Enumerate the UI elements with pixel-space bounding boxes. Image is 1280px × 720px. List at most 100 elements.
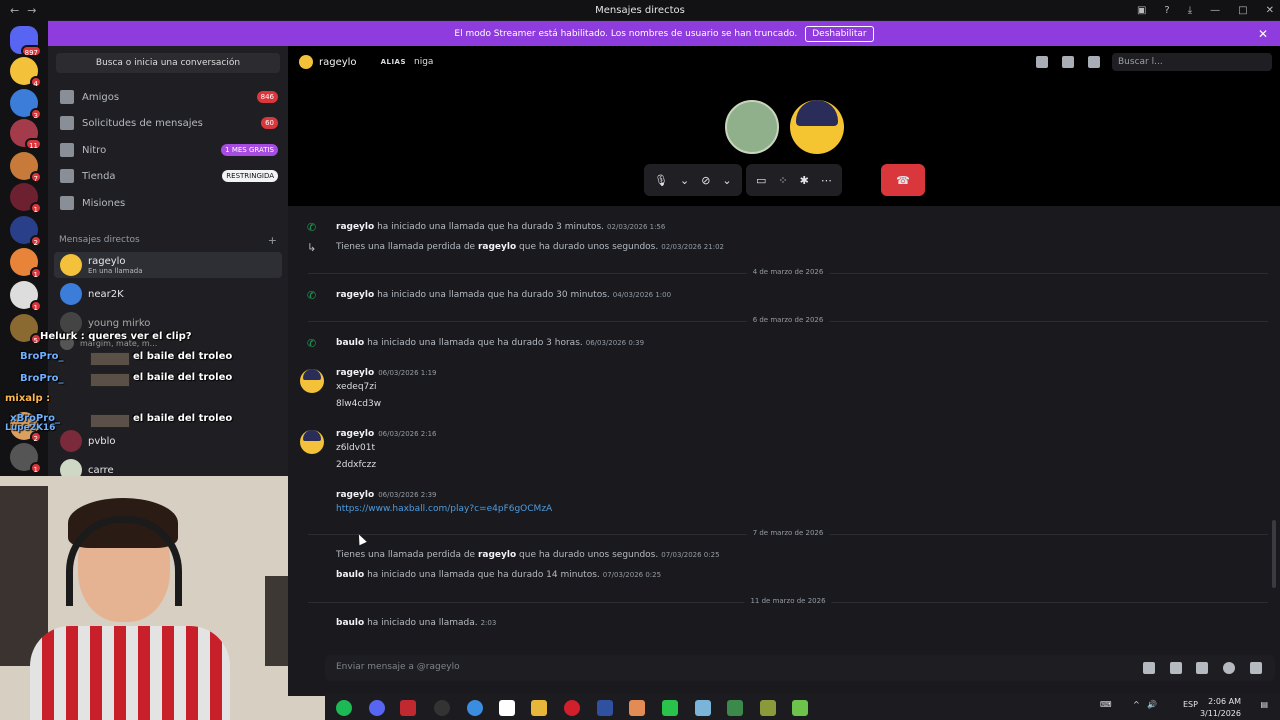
minecraft-icon[interactable] xyxy=(792,700,808,716)
overlay-chat-user: Lupe2K16 xyxy=(5,423,56,433)
dm-item[interactable]: pvblo xyxy=(54,428,282,454)
friends-icon xyxy=(60,90,74,104)
server-icon[interactable]: 1 xyxy=(10,183,42,214)
message-link[interactable]: https://www.haxball.com/play?c=e4pF6gOCM… xyxy=(336,504,552,514)
dm-name: near2K xyxy=(88,288,124,300)
folder-icon[interactable] xyxy=(531,700,547,716)
webcam-shirt xyxy=(30,626,230,720)
avatar xyxy=(60,283,82,305)
server-badge: 7 xyxy=(29,171,42,183)
spotify-icon[interactable] xyxy=(336,700,352,716)
sidebar-item-label: Misiones xyxy=(82,197,126,209)
sidebar-item-shop[interactable]: Tienda RESTRINGIDA xyxy=(56,164,284,188)
sidebar-item-label: Tienda xyxy=(82,170,116,182)
missed-call-icon: ↳ xyxy=(307,241,317,254)
message-text: xedeq7zi xyxy=(336,382,377,392)
server-badge: 3 xyxy=(29,108,42,120)
date-divider: 11 de marzo de 2026 xyxy=(308,597,1268,607)
dm-item[interactable]: near2K xyxy=(54,281,282,307)
call-icon: ✆ xyxy=(307,221,317,234)
dm-section-title: Mensajes directos xyxy=(59,235,140,245)
message-author[interactable]: rageylo 06/03/2026 2:39 xyxy=(336,490,437,500)
gift-icon[interactable] xyxy=(1143,662,1155,674)
volume-icon[interactable]: 🔊 xyxy=(1147,700,1157,709)
scrollbar[interactable] xyxy=(1272,520,1276,588)
sidebar-item-label: Solicitudes de mensajes xyxy=(82,117,203,129)
kick-icon[interactable] xyxy=(662,700,678,716)
call-icon: ✆ xyxy=(307,289,317,302)
sidebar-item-label: Amigos xyxy=(82,91,120,103)
avatar xyxy=(60,430,82,452)
server-badge: 1 xyxy=(29,267,42,279)
dm-name: rageylo xyxy=(88,255,126,267)
apps-icon[interactable] xyxy=(1250,662,1262,674)
message-composer[interactable]: Enviar mensaje a @rageylo xyxy=(325,655,1275,681)
gif-icon[interactable] xyxy=(1170,662,1182,674)
dm-item-rageylo[interactable]: rageylo En una llamada xyxy=(54,252,282,278)
server-icon[interactable]: 2 xyxy=(10,216,42,247)
clock[interactable]: 2:06 AM 3/11/2026 xyxy=(1200,696,1241,720)
date-divider: 7 de marzo de 2026 xyxy=(308,529,1268,539)
app-icon[interactable] xyxy=(727,700,743,716)
avatar[interactable] xyxy=(300,369,324,393)
nitro-promo-badge: 1 MES GRATIS xyxy=(221,144,278,156)
obs-icon[interactable] xyxy=(434,700,450,716)
overlay-chat-line: Helurk : queres ver el clip? xyxy=(40,331,192,342)
server-badge: 4 xyxy=(29,76,42,88)
chrome-icon[interactable] xyxy=(467,700,483,716)
app-icon[interactable] xyxy=(499,700,515,716)
call-message: baulo ha iniciado una llamada. 2:03 xyxy=(336,618,497,628)
message-author[interactable]: rageylo 06/03/2026 1:19 xyxy=(336,368,437,378)
avatar[interactable] xyxy=(300,430,324,454)
add-dm-icon[interactable]: + xyxy=(268,234,277,247)
server-rail: 897 4 3 11 7 1 2 1 1 5 2 1 xyxy=(0,20,48,480)
server-badge: 2 xyxy=(29,235,42,247)
missed-call-message: Tienes una llamada perdida de rageylo qu… xyxy=(336,242,724,252)
message-list: ✆ rageylo ha iniciado una llamada que ha… xyxy=(288,0,1280,650)
sticker-icon[interactable] xyxy=(1196,662,1208,674)
server-icon[interactable]: 1 xyxy=(10,281,42,312)
dm-section-header: Mensajes directos + xyxy=(59,234,277,247)
opera-icon[interactable] xyxy=(564,700,580,716)
discord-icon[interactable] xyxy=(369,700,385,716)
emoji-icon[interactable] xyxy=(1223,662,1235,674)
keyboard-icon[interactable]: ⌨ xyxy=(1100,700,1112,709)
sidebar-item-message-requests[interactable]: Solicitudes de mensajes 60 xyxy=(56,111,284,135)
server-icon[interactable]: 7 xyxy=(10,152,42,183)
overlay-chat-msg: el baile del troleo xyxy=(133,413,233,424)
server-icon[interactable]: 5 xyxy=(10,314,42,345)
shop-icon xyxy=(60,169,74,183)
composer-placeholder: Enviar mensaje a @rageylo xyxy=(336,662,460,672)
server-icon[interactable]: 4 xyxy=(10,57,42,88)
overlay-chat-msg: el baile del troleo xyxy=(133,351,233,362)
call-message: rageylo ha iniciado una llamada que ha d… xyxy=(336,290,672,300)
server-badge: 1 xyxy=(29,462,42,474)
app-icon[interactable] xyxy=(597,700,613,716)
home-button[interactable]: 897 xyxy=(10,26,42,57)
sidebar-item-quests[interactable]: Misiones xyxy=(56,191,284,215)
taskbar: ⌨ ^ 🔊 ESP 2:06 AM 3/11/2026 ▤ xyxy=(325,694,1280,720)
sidebar-item-friends[interactable]: Amigos 846 xyxy=(56,85,284,109)
message-author[interactable]: rageylo 06/03/2026 2:16 xyxy=(336,429,437,439)
notifications-icon[interactable]: ▤ xyxy=(1260,700,1268,709)
call-icon: ✆ xyxy=(307,337,317,350)
server-icon[interactable]: 11 xyxy=(10,119,42,150)
message-text: 8lw4cd3w xyxy=(336,399,382,409)
avatar xyxy=(60,254,82,276)
app-icon[interactable] xyxy=(400,700,416,716)
server-icon[interactable]: 1 xyxy=(10,443,42,474)
server-icon[interactable]: 3 xyxy=(10,89,42,120)
dm-status: En una llamada xyxy=(88,266,143,275)
sidebar-item-nitro[interactable]: Nitro 1 MES GRATIS xyxy=(56,138,284,162)
shop-restricted-badge: RESTRINGIDA xyxy=(222,170,278,182)
overlay-emote xyxy=(90,352,130,366)
overlay-emote xyxy=(90,373,130,387)
app-icon[interactable] xyxy=(760,700,776,716)
find-conversation-button[interactable]: Busca o inicia una conversación xyxy=(56,53,280,73)
overlay-chat-msg: el baile del troleo xyxy=(133,372,233,383)
tray-chevron-icon[interactable]: ^ xyxy=(1133,700,1140,709)
app-icon[interactable] xyxy=(629,700,645,716)
server-icon[interactable]: 1 xyxy=(10,248,42,279)
app-icon[interactable] xyxy=(695,700,711,716)
language-indicator[interactable]: ESP xyxy=(1183,700,1198,709)
